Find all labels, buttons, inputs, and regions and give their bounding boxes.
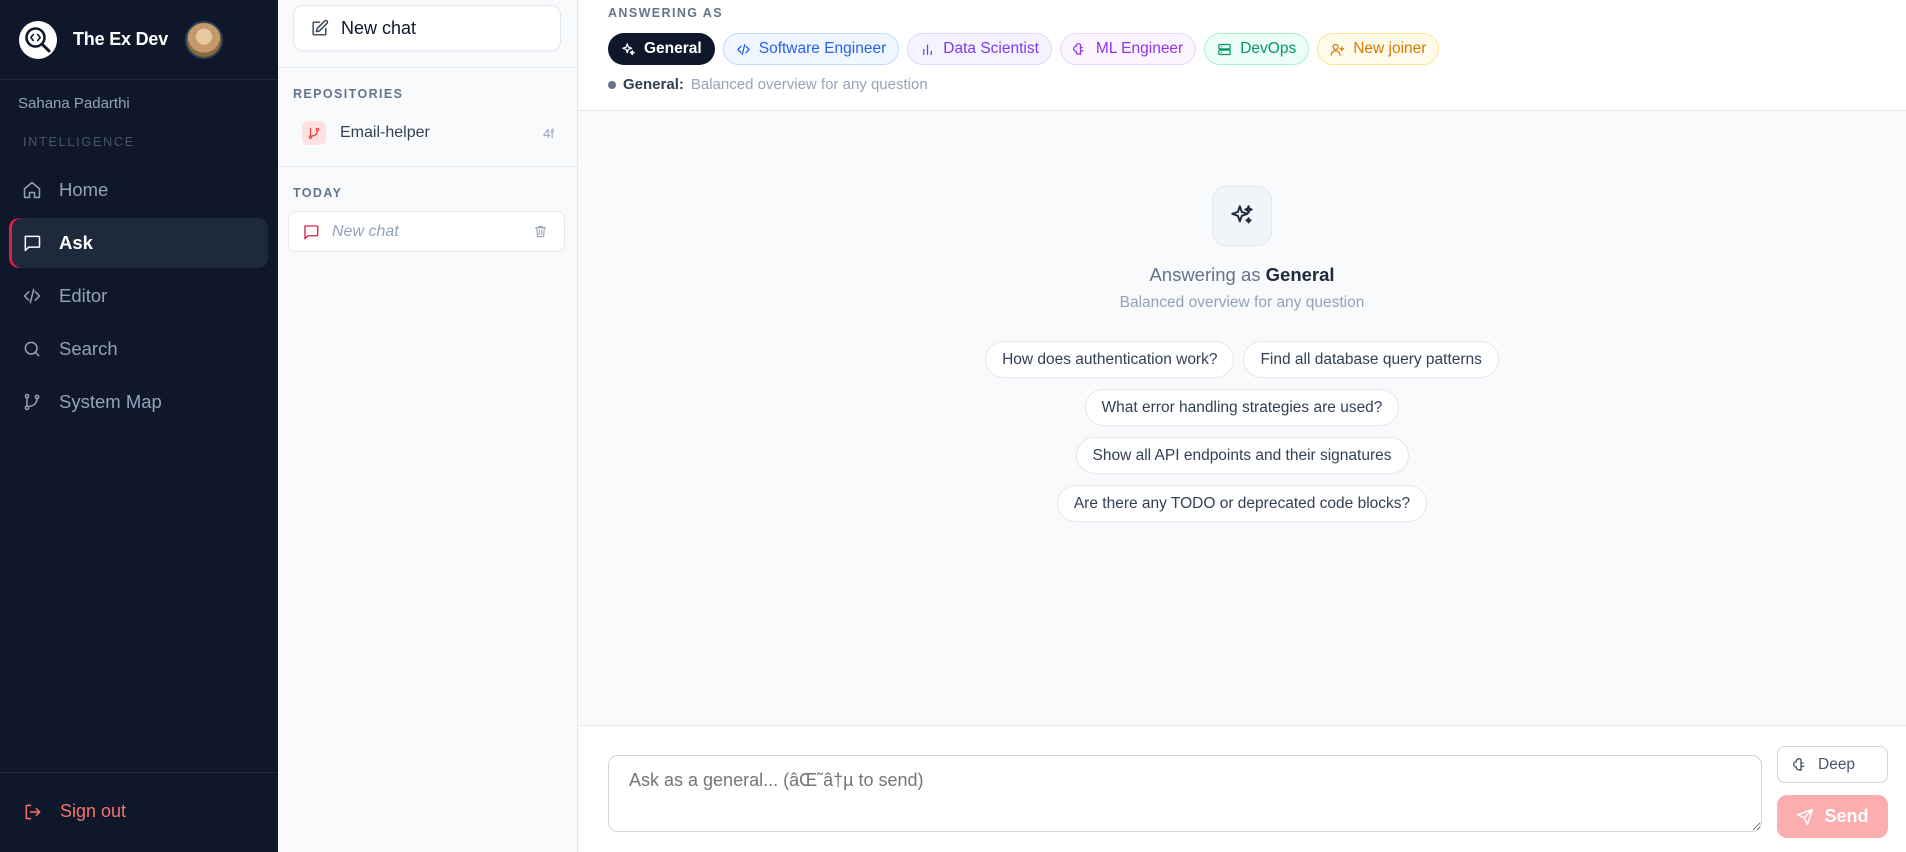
bar-chart-icon <box>923 44 933 55</box>
persona-label: ML Engineer <box>1095 40 1184 57</box>
user-plus-icon <box>1330 43 1345 56</box>
sparkles-icon <box>622 42 635 55</box>
send-label: Send <box>1824 806 1869 826</box>
deep-mode-toggle[interactable]: Deep <box>1777 746 1888 783</box>
persona-chip-ml-engineer[interactable]: ML Engineer <box>1059 33 1197 65</box>
sidebar-item-label: Home <box>59 179 109 200</box>
divider <box>278 67 577 68</box>
divider <box>278 166 577 167</box>
empty-state-persona: General <box>1265 264 1335 285</box>
sidebar-item-home[interactable]: Home <box>9 165 268 215</box>
sidebar-item-ask[interactable]: Ask <box>9 218 268 268</box>
new-chat-label: New chat <box>341 17 417 38</box>
sidebar-item-label: System Map <box>59 391 162 412</box>
persona-header: ANSWERING AS General Software Engineer D… <box>578 0 1906 111</box>
status-dot <box>608 80 616 89</box>
sidebar-section-label: INTELLIGENCE <box>23 135 135 149</box>
chat-bubble-icon <box>24 235 41 252</box>
sidebar-item-editor[interactable]: Editor <box>9 271 268 321</box>
empty-state-title: Answering as General <box>578 264 1906 286</box>
persona-label: Software Engineer <box>758 40 887 57</box>
repository-item[interactable]: Email-helper 4f <box>302 120 556 146</box>
sidebar-footer: Sign out <box>0 772 278 852</box>
persona-description: General: Balanced overview for any quest… <box>608 76 928 93</box>
persona-label: New joiner <box>1353 40 1427 57</box>
persona-description-text: Balanced overview for any question <box>690 76 928 93</box>
deep-mode-label: Deep <box>1818 755 1856 773</box>
chat-list-panel: New chat REPOSITORIES Email-helper 4f TO… <box>278 0 578 852</box>
message-input[interactable] <box>608 755 1762 832</box>
sidebar-item-system-map[interactable]: System Map <box>9 377 268 427</box>
chat-history-item[interactable]: New chat <box>288 211 565 252</box>
persona-label: Data Scientist <box>943 40 1039 57</box>
today-label: TODAY <box>293 186 343 200</box>
sidebar-item-label: Search <box>59 338 118 359</box>
code-icon <box>23 288 41 304</box>
sign-out-label: Sign out <box>60 801 127 821</box>
send-icon <box>1797 808 1814 825</box>
persona-chip-general[interactable]: General <box>608 33 715 65</box>
trash-icon[interactable] <box>533 224 548 239</box>
suggestion-chip[interactable]: Are there any TODO or deprecated code bl… <box>1056 485 1428 522</box>
code-icon <box>736 43 750 55</box>
composer: Deep Send <box>578 725 1906 852</box>
edit-icon <box>312 19 329 36</box>
sidebar-item-label: Editor <box>59 285 108 306</box>
sidebar-item-label: Ask <box>59 232 93 253</box>
app-name: The Ex Dev <box>73 29 169 49</box>
persona-label: DevOps <box>1240 40 1297 57</box>
empty-state: Answering as General Balanced overview f… <box>578 186 1906 312</box>
persona-chip-data-scientist[interactable]: Data Scientist <box>907 33 1052 65</box>
repository-count: 4f <box>543 125 554 141</box>
main-area: ANSWERING AS General Software Engineer D… <box>578 0 1906 852</box>
sparkles-icon <box>1212 186 1272 246</box>
suggestion-chip[interactable]: How does authentication work? <box>985 341 1235 378</box>
suggestion-list: How does authentication work? Find all d… <box>578 341 1906 522</box>
persona-label: General <box>644 40 702 57</box>
suggestion-chip[interactable]: What error handling strategies are used? <box>1084 389 1400 426</box>
send-button[interactable]: Send <box>1777 795 1888 838</box>
app-logo-icon[interactable] <box>19 20 57 59</box>
answering-as-label: ANSWERING AS <box>608 6 723 20</box>
search-icon <box>24 341 40 357</box>
suggestion-chip[interactable]: Show all API endpoints and their signatu… <box>1075 437 1409 474</box>
persona-chip-software-engineer[interactable]: Software Engineer <box>722 33 900 65</box>
chat-title: New chat <box>332 222 399 240</box>
sidebar: The Ex Dev Sahana Padarthi INTELLIGENCE … <box>0 0 278 852</box>
empty-state-subtitle: Balanced overview for any question <box>1119 294 1365 311</box>
empty-state-title-prefix: Answering as <box>1149 264 1261 285</box>
persona-description-name: General: <box>623 76 684 93</box>
brain-icon <box>1793 757 1805 771</box>
avatar[interactable] <box>185 20 224 59</box>
brand-header: The Ex Dev <box>0 0 278 80</box>
sidebar-item-search[interactable]: Search <box>9 324 268 374</box>
persona-selector: General Software Engineer Data Scientist… <box>608 33 1447 65</box>
repository-name: Email-helper <box>340 124 430 141</box>
git-branch-icon <box>302 121 326 145</box>
suggestion-chip[interactable]: Find all database query patterns <box>1243 341 1499 378</box>
git-branch-icon <box>24 393 40 411</box>
persona-chip-devops[interactable]: DevOps <box>1204 33 1310 65</box>
home-icon <box>23 181 41 199</box>
new-chat-button[interactable]: New chat <box>293 5 561 51</box>
user-name: Sahana Padarthi <box>18 95 130 112</box>
server-icon <box>1218 43 1231 55</box>
brain-icon <box>1072 42 1084 55</box>
persona-chip-new-joiner[interactable]: New joiner <box>1317 33 1440 65</box>
sign-out-button[interactable]: Sign out <box>23 801 126 822</box>
sign-out-icon <box>25 804 41 819</box>
repositories-label: REPOSITORIES <box>293 87 404 101</box>
chat-bubble-icon <box>304 224 319 239</box>
